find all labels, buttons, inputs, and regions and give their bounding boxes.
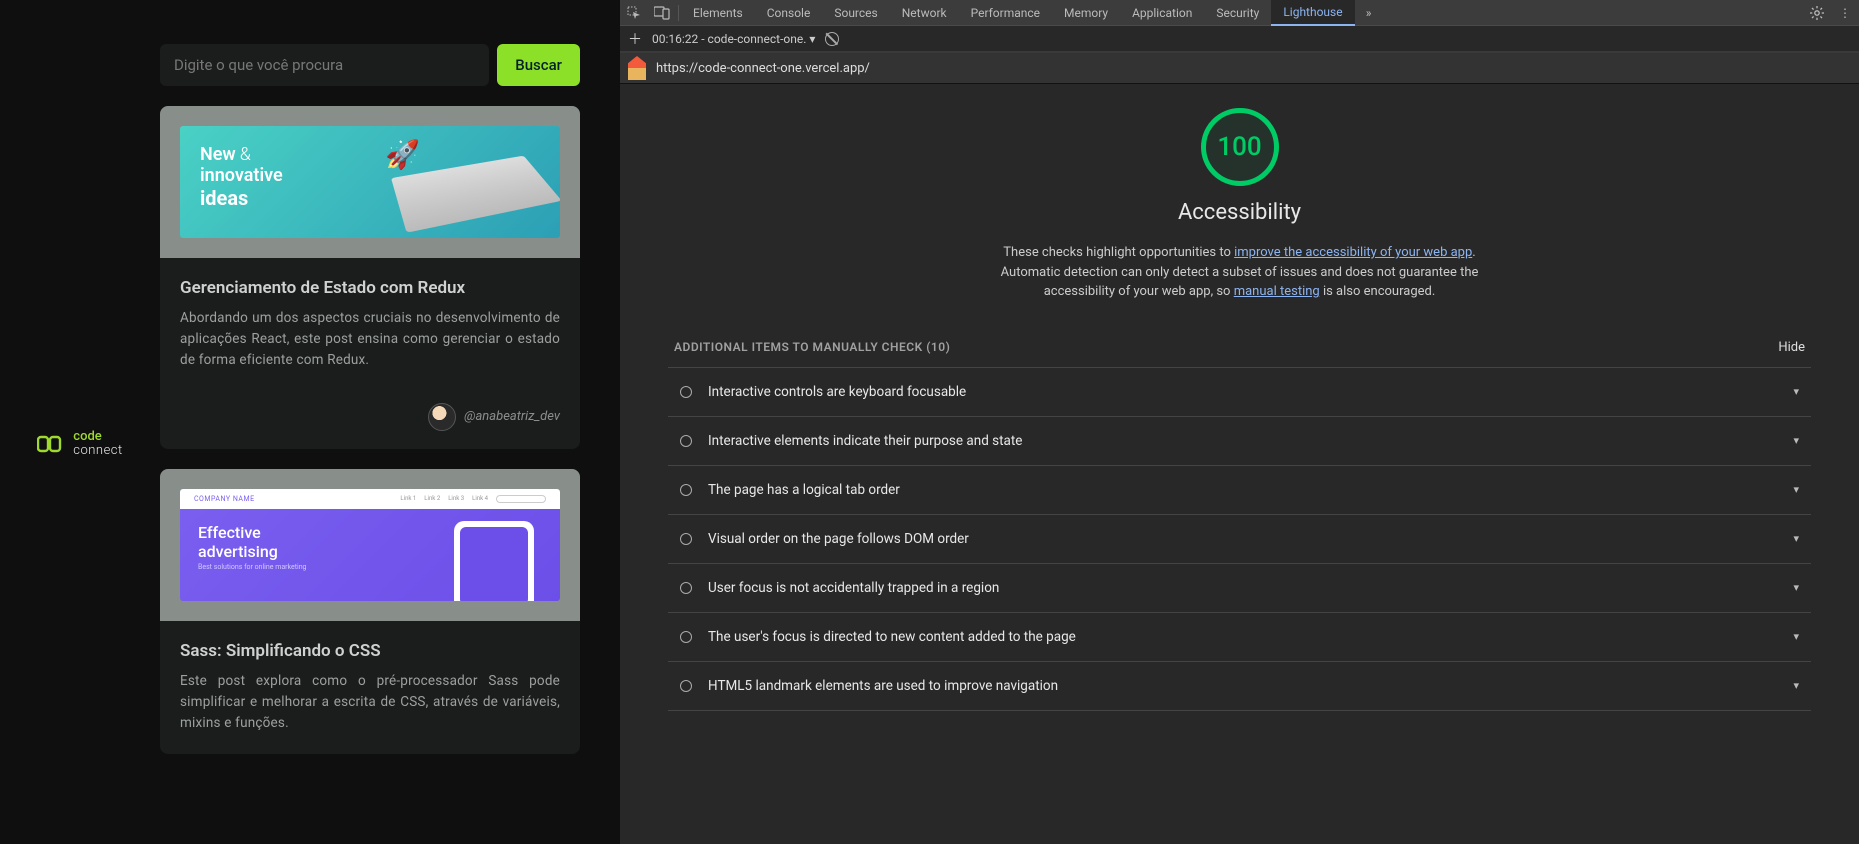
search-input[interactable] <box>160 44 489 86</box>
devtools-pane: Elements Console Sources Network Perform… <box>620 0 1859 844</box>
author-handle: @anabeatriz_dev <box>464 409 560 424</box>
logo-text-2: connect <box>73 444 122 458</box>
lighthouse-report: 100 Accessibility These checks highlight… <box>620 84 1859 844</box>
tab-network[interactable]: Network <box>890 0 959 26</box>
app-pane: code connect Buscar New & innovative ide… <box>0 0 620 844</box>
manual-testing-link[interactable]: manual testing <box>1234 284 1320 299</box>
audit-row[interactable]: The user's focus is directed to new cont… <box>668 613 1811 662</box>
audit-row[interactable]: HTML5 landmark elements are used to impr… <box>668 662 1811 711</box>
lighthouse-toolbar: ＋ 00:16:22 - code-connect-one. ▾ <box>620 26 1859 52</box>
avatar <box>428 403 456 431</box>
logo-text-1: code <box>73 430 122 444</box>
status-icon <box>680 680 692 692</box>
chevron-down-icon: ▾ <box>1793 385 1799 398</box>
audit-row[interactable]: Visual order on the page follows DOM ord… <box>668 515 1811 564</box>
audit-row[interactable]: Interactive controls are keyboard focusa… <box>668 368 1811 417</box>
card-description: Abordando um dos aspectos cruciais no de… <box>180 308 560 371</box>
search-row: Buscar <box>160 44 580 86</box>
section-title: ADDITIONAL ITEMS TO MANUALLY CHECK (10) <box>674 340 950 354</box>
more-tabs-icon[interactable]: » <box>1355 0 1383 26</box>
search-button[interactable]: Buscar <box>497 44 580 86</box>
status-icon <box>680 386 692 398</box>
status-icon <box>680 435 692 447</box>
clear-icon[interactable] <box>825 32 839 46</box>
category-description: These checks highlight opportunities to … <box>980 243 1500 302</box>
devtools-tabs: Elements Console Sources Network Perform… <box>620 0 1859 26</box>
tab-security[interactable]: Security <box>1204 0 1271 26</box>
tab-performance[interactable]: Performance <box>959 0 1052 26</box>
audit-row[interactable]: User focus is not accidentally trapped i… <box>668 564 1811 613</box>
card-footer: @anabeatriz_dev <box>160 391 580 449</box>
kebab-menu-icon[interactable]: ⋮ <box>1831 0 1859 26</box>
url-bar: https://code-connect-one.vercel.app/ <box>620 52 1859 84</box>
tab-elements[interactable]: Elements <box>681 0 755 26</box>
status-icon <box>680 533 692 545</box>
gauge-circle: 100 <box>1201 108 1279 186</box>
logo[interactable]: code connect <box>37 44 122 844</box>
tested-url: https://code-connect-one.vercel.app/ <box>656 61 870 76</box>
card-title: Sass: Simplificando o CSS <box>180 641 560 661</box>
tab-lighthouse[interactable]: Lighthouse <box>1271 0 1354 26</box>
new-report-icon[interactable]: ＋ <box>628 29 642 49</box>
improve-accessibility-link[interactable]: improve the accessibility of your web ap… <box>1234 245 1472 260</box>
tab-memory[interactable]: Memory <box>1052 0 1120 26</box>
tab-sources[interactable]: Sources <box>822 0 889 26</box>
chevron-down-icon: ▾ <box>1793 532 1799 545</box>
device-emulation-icon[interactable] <box>648 0 676 26</box>
phone-graphic <box>454 521 534 601</box>
chevron-down-icon: ▾ <box>1793 483 1799 496</box>
status-icon <box>680 582 692 594</box>
card-thumbnail: New & innovative ideas 🚀 <box>180 126 560 238</box>
score-gauge[interactable]: 100 Accessibility <box>668 108 1811 225</box>
chevron-down-icon: ▾ <box>1793 679 1799 692</box>
post-card[interactable]: COMPANY NAME Link 1 Link 2 Link 3 Link 4… <box>160 469 580 754</box>
inspect-icon[interactable] <box>620 0 648 26</box>
card-description: Este post explora como o pré-processador… <box>180 671 560 734</box>
status-icon <box>680 631 692 643</box>
settings-icon[interactable] <box>1803 0 1831 26</box>
card-cover: New & innovative ideas 🚀 <box>160 106 580 258</box>
manual-section-header: ADDITIONAL ITEMS TO MANUALLY CHECK (10) … <box>668 340 1811 355</box>
main-content: Buscar New & innovative ideas 🚀 Gerencia… <box>160 44 620 844</box>
chevron-down-icon: ▾ <box>1793 581 1799 594</box>
gauge-label: Accessibility <box>1178 200 1301 225</box>
tab-application[interactable]: Application <box>1120 0 1204 26</box>
post-card[interactable]: New & innovative ideas 🚀 Gerenciamento d… <box>160 106 580 449</box>
lighthouse-icon <box>628 56 646 80</box>
hide-button[interactable]: Hide <box>1778 340 1805 355</box>
mini-search-icon <box>496 495 546 503</box>
chevron-down-icon: ▾ <box>1793 434 1799 447</box>
card-thumbnail: COMPANY NAME Link 1 Link 2 Link 3 Link 4… <box>180 489 560 601</box>
logo-icon <box>37 431 67 457</box>
rocket-icon: 🚀 <box>385 138 420 171</box>
audit-row[interactable]: The page has a logical tab order ▾ <box>668 466 1811 515</box>
chevron-down-icon: ▾ <box>1793 630 1799 643</box>
sidebar: code connect <box>0 44 160 844</box>
card-title: Gerenciamento de Estado com Redux <box>180 278 560 298</box>
status-icon <box>680 484 692 496</box>
report-selector[interactable]: 00:16:22 - code-connect-one. ▾ <box>652 32 815 46</box>
audit-list: Interactive controls are keyboard focusa… <box>668 367 1811 711</box>
audit-row[interactable]: Interactive elements indicate their purp… <box>668 417 1811 466</box>
tab-console[interactable]: Console <box>755 0 823 26</box>
card-cover: COMPANY NAME Link 1 Link 2 Link 3 Link 4… <box>160 469 580 621</box>
